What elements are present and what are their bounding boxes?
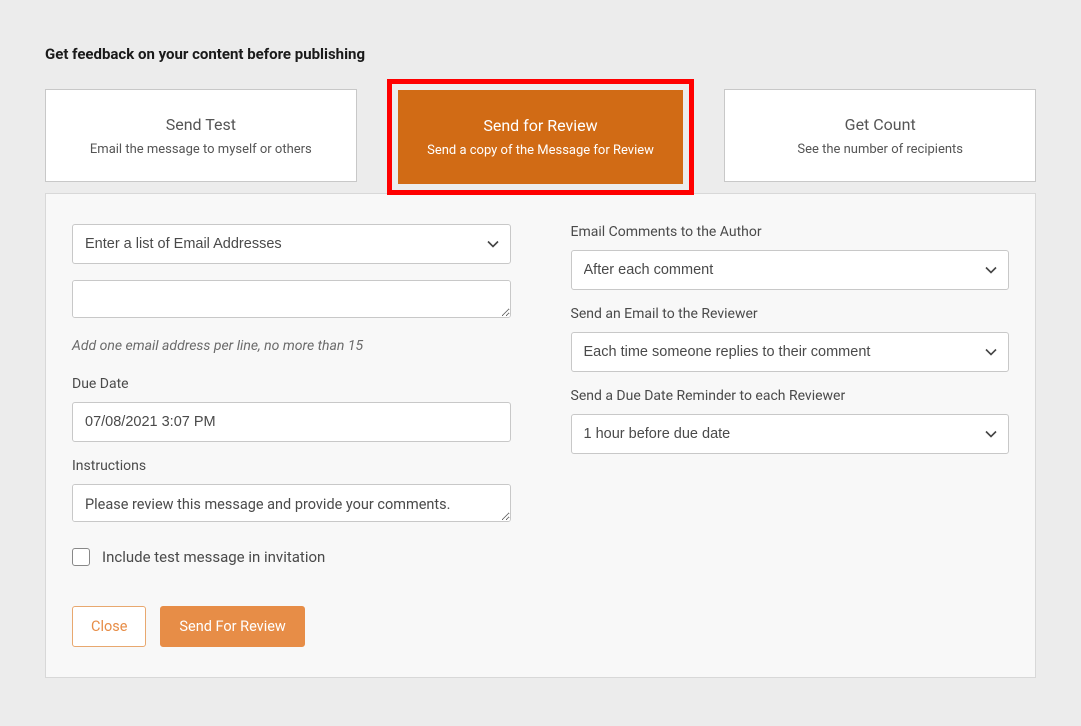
email-comments-label: Email Comments to the Author: [571, 224, 1010, 240]
tab-send-test-subtitle: Email the message to myself or others: [58, 142, 344, 157]
right-column: Email Comments to the Author After each …: [571, 224, 1010, 647]
include-test-row: Include test message in invitation: [72, 548, 511, 566]
page-title: Get feedback on your content before publ…: [45, 45, 1036, 63]
email-reviewer-label: Send an Email to the Reviewer: [571, 306, 1010, 322]
due-reminder-select[interactable]: 1 hour before due date: [571, 414, 1010, 454]
include-test-checkbox[interactable]: [72, 548, 90, 566]
email-list-group: Enter a list of Email Addresses: [72, 224, 511, 264]
email-list-textarea[interactable]: [72, 280, 511, 318]
due-reminder-label: Send a Due Date Reminder to each Reviewe…: [571, 388, 1010, 404]
due-date-group: Due Date: [72, 376, 511, 442]
tab-get-count[interactable]: Get Count See the number of recipients: [724, 89, 1036, 182]
email-comments-select[interactable]: After each comment: [571, 250, 1010, 290]
tab-get-count-title: Get Count: [737, 115, 1023, 134]
tab-send-test-title: Send Test: [58, 115, 344, 134]
due-date-input[interactable]: [72, 402, 511, 442]
email-list-textarea-group: [72, 280, 511, 322]
tabs-container: Send Test Email the message to myself or…: [45, 89, 1036, 185]
button-row: Close Send For Review: [72, 606, 511, 647]
include-test-label: Include test message in invitation: [102, 548, 325, 566]
tab-send-for-review[interactable]: Send for Review Send a copy of the Messa…: [398, 90, 684, 184]
content-panel: Enter a list of Email Addresses Add one …: [45, 193, 1036, 678]
email-reviewer-select[interactable]: Each time someone replies to their comme…: [571, 332, 1010, 372]
email-comments-group: Email Comments to the Author After each …: [571, 224, 1010, 290]
due-reminder-group: Send a Due Date Reminder to each Reviewe…: [571, 388, 1010, 454]
due-date-label: Due Date: [72, 376, 511, 392]
send-for-review-button[interactable]: Send For Review: [160, 606, 304, 647]
tab-send-for-review-highlight: Send for Review Send a copy of the Messa…: [387, 79, 695, 195]
tab-send-for-review-title: Send for Review: [410, 116, 672, 135]
instructions-group: Instructions Please review this message …: [72, 458, 511, 526]
close-button[interactable]: Close: [72, 606, 146, 647]
instructions-textarea[interactable]: Please review this message and provide y…: [72, 484, 511, 522]
email-reviewer-group: Send an Email to the Reviewer Each time …: [571, 306, 1010, 372]
tab-get-count-subtitle: See the number of recipients: [737, 142, 1023, 157]
tab-send-for-review-subtitle: Send a copy of the Message for Review: [410, 143, 672, 158]
email-list-select[interactable]: Enter a list of Email Addresses: [72, 224, 511, 264]
email-helper-text: Add one email address per line, no more …: [72, 338, 511, 354]
left-column: Enter a list of Email Addresses Add one …: [72, 224, 511, 647]
instructions-label: Instructions: [72, 458, 511, 474]
tab-send-test[interactable]: Send Test Email the message to myself or…: [45, 89, 357, 182]
